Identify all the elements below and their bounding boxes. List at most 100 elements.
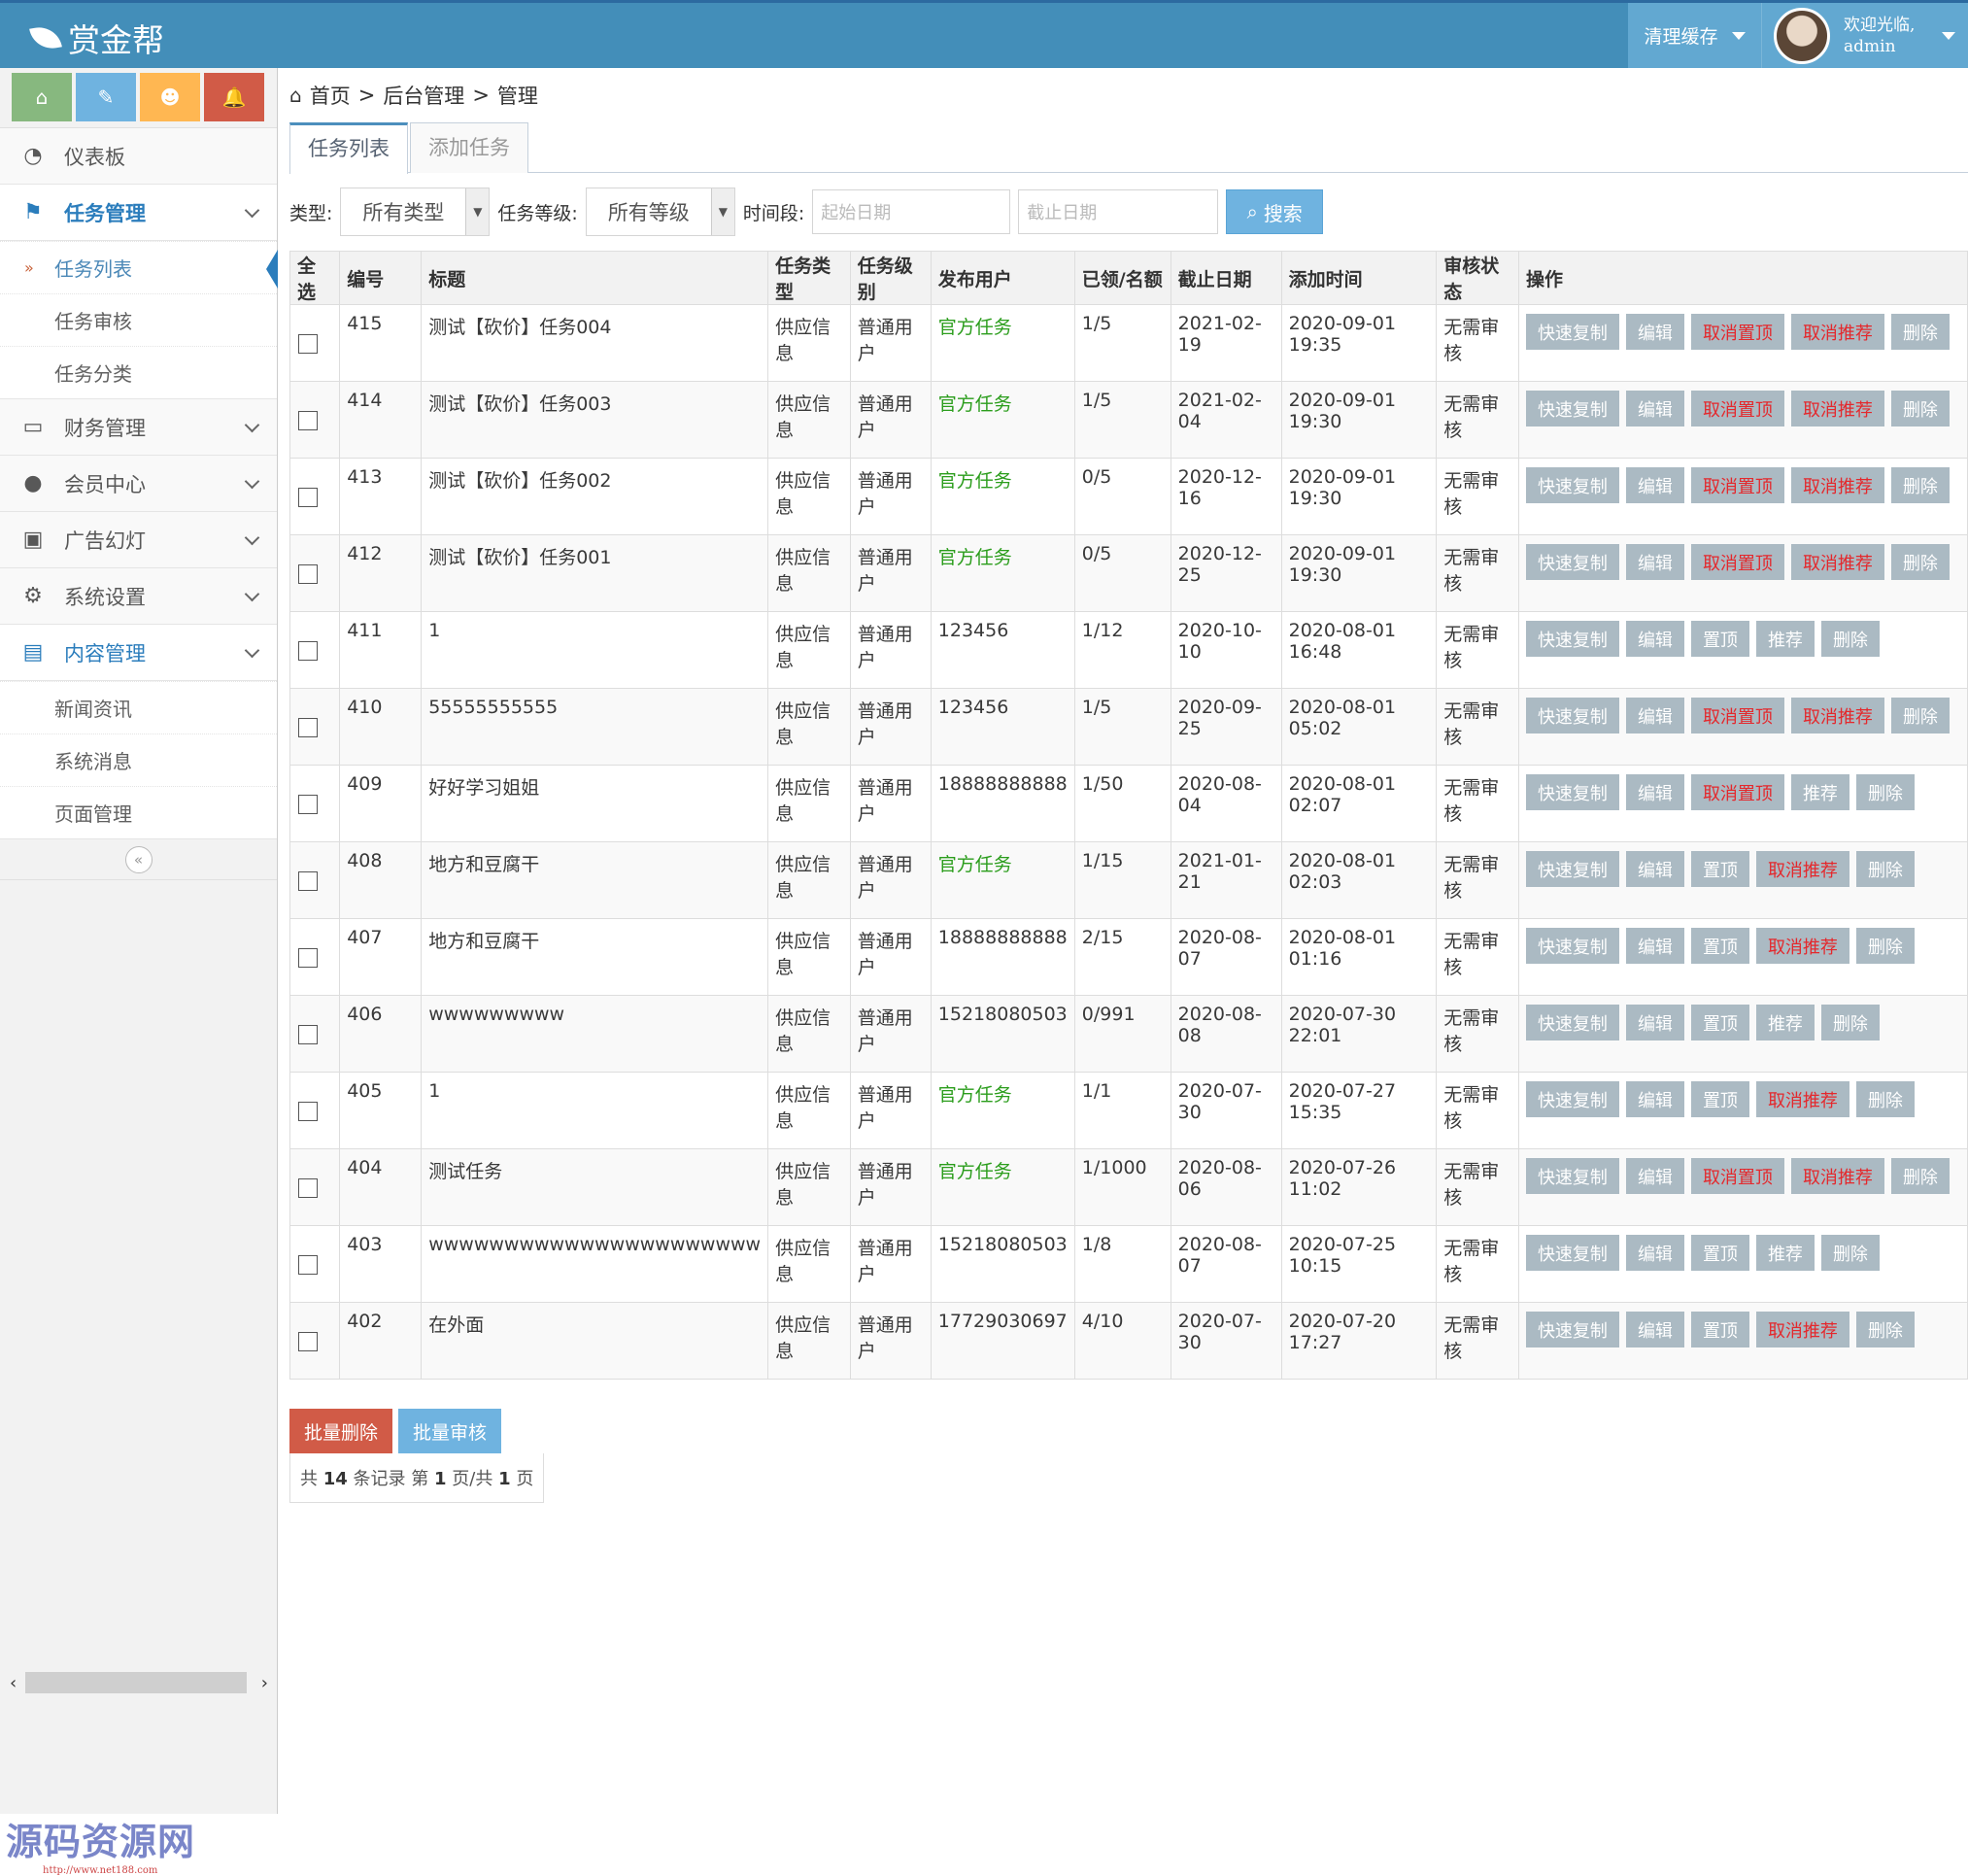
sidebar-item-finance[interactable]: ▭ 财务管理 [0, 399, 277, 456]
action-button[interactable]: 删除 [1855, 774, 1915, 810]
batch-delete-button[interactable]: 批量删除 [289, 1409, 393, 1453]
action-button[interactable]: 取消推荐 [1755, 928, 1849, 964]
action-button[interactable]: 删除 [1890, 698, 1950, 733]
sidebar-item-dashboard[interactable]: ◔ 仪表板 [0, 128, 277, 185]
row-checkbox[interactable] [298, 795, 318, 814]
action-button[interactable]: 置顶 [1690, 1081, 1749, 1117]
action-button[interactable]: 删除 [1890, 467, 1950, 503]
action-button[interactable]: 置顶 [1690, 621, 1749, 657]
action-button[interactable]: 推荐 [1755, 621, 1815, 657]
action-button[interactable]: 推荐 [1790, 774, 1849, 810]
action-button[interactable]: 编辑 [1625, 391, 1684, 426]
action-button[interactable]: 取消置顶 [1690, 391, 1784, 426]
action-button[interactable]: 删除 [1890, 314, 1950, 350]
action-button[interactable]: 快速复制 [1525, 1005, 1619, 1040]
action-button[interactable]: 快速复制 [1525, 1312, 1619, 1347]
action-button[interactable]: 推荐 [1755, 1005, 1815, 1040]
sidebar-subitem-pages[interactable]: 页面管理 [0, 786, 277, 838]
brand-logo[interactable]: 赏金帮 [29, 15, 164, 61]
sidebar-item-content[interactable]: ▤ 内容管理 [0, 625, 277, 681]
row-checkbox[interactable] [298, 1178, 318, 1198]
action-button[interactable]: 取消推荐 [1755, 851, 1849, 887]
action-button[interactable]: 取消置顶 [1690, 774, 1784, 810]
row-checkbox[interactable] [298, 564, 318, 584]
breadcrumb-home[interactable]: 首页 [310, 81, 351, 110]
action-button[interactable]: 快速复制 [1525, 1158, 1619, 1194]
action-button[interactable]: 编辑 [1625, 1005, 1684, 1040]
action-button[interactable]: 编辑 [1625, 544, 1684, 580]
action-button[interactable]: 编辑 [1625, 467, 1684, 503]
action-button[interactable]: 取消推荐 [1790, 467, 1884, 503]
tab-add-task[interactable]: 添加任务 [410, 122, 528, 173]
shortcut-users-button[interactable]: ☻ [140, 73, 200, 121]
action-button[interactable]: 快速复制 [1525, 391, 1619, 426]
action-button[interactable]: 编辑 [1625, 1081, 1684, 1117]
type-select[interactable]: 所有类型 ▼ [340, 188, 491, 236]
action-button[interactable]: 置顶 [1690, 1312, 1749, 1347]
action-button[interactable]: 编辑 [1625, 851, 1684, 887]
batch-review-button[interactable]: 批量审核 [398, 1409, 502, 1453]
row-checkbox[interactable] [298, 1332, 318, 1351]
row-checkbox[interactable] [298, 1102, 318, 1121]
sidebar-item-settings[interactable]: ⚙ 系统设置 [0, 568, 277, 625]
sidebar-subitem-news[interactable]: 新闻资讯 [0, 681, 277, 733]
sidebar-item-task-management[interactable]: ⚑ 任务管理 [0, 185, 277, 241]
action-button[interactable]: 删除 [1890, 1158, 1950, 1194]
action-button[interactable]: 快速复制 [1525, 1081, 1619, 1117]
action-button[interactable]: 取消置顶 [1690, 544, 1784, 580]
row-checkbox[interactable] [298, 1025, 318, 1044]
action-button[interactable]: 删除 [1820, 621, 1880, 657]
action-button[interactable]: 编辑 [1625, 928, 1684, 964]
sidebar-subitem-task-category[interactable]: 任务分类 [0, 346, 277, 398]
row-checkbox[interactable] [298, 334, 318, 354]
action-button[interactable]: 删除 [1820, 1235, 1880, 1271]
row-checkbox[interactable] [298, 871, 318, 891]
action-button[interactable]: 删除 [1855, 1081, 1915, 1117]
action-button[interactable]: 取消置顶 [1690, 1158, 1784, 1194]
action-button[interactable]: 推荐 [1755, 1235, 1815, 1271]
action-button[interactable]: 快速复制 [1525, 467, 1619, 503]
action-button[interactable]: 快速复制 [1525, 928, 1619, 964]
search-button[interactable]: ⌕ 搜索 [1226, 189, 1324, 234]
sidebar-subitem-system-messages[interactable]: 系统消息 [0, 733, 277, 786]
user-menu[interactable]: 欢迎光临, admin [1762, 3, 1968, 68]
action-button[interactable]: 编辑 [1625, 698, 1684, 733]
start-date-input[interactable]: 起始日期 [812, 189, 1011, 234]
action-button[interactable]: 编辑 [1625, 314, 1684, 350]
action-button[interactable]: 取消推荐 [1790, 698, 1884, 733]
breadcrumb-admin[interactable]: 后台管理 [383, 81, 464, 110]
action-button[interactable]: 删除 [1890, 391, 1950, 426]
clear-cache-button[interactable]: 清理缓存 [1628, 3, 1762, 68]
action-button[interactable]: 快速复制 [1525, 544, 1619, 580]
tab-task-list[interactable]: 任务列表 [289, 122, 408, 174]
action-button[interactable]: 取消置顶 [1690, 314, 1784, 350]
column-header[interactable]: 全选 [288, 251, 341, 305]
level-select[interactable]: 所有等级 ▼ [585, 188, 735, 236]
sidebar-item-members[interactable]: ● 会员中心 [0, 456, 277, 512]
row-checkbox[interactable] [298, 1255, 318, 1275]
sidebar-subitem-task-list[interactable]: » 任务列表 [0, 241, 278, 293]
row-checkbox[interactable] [298, 488, 318, 507]
action-button[interactable]: 快速复制 [1525, 698, 1619, 733]
row-checkbox[interactable] [298, 411, 318, 430]
scroll-right-icon[interactable]: › [261, 1673, 268, 1693]
action-button[interactable]: 置顶 [1690, 1005, 1749, 1040]
action-button[interactable]: 取消推荐 [1790, 1158, 1884, 1194]
action-button[interactable]: 快速复制 [1525, 621, 1619, 657]
action-button[interactable]: 取消推荐 [1790, 544, 1884, 580]
action-button[interactable]: 编辑 [1625, 621, 1684, 657]
action-button[interactable]: 取消推荐 [1790, 391, 1884, 426]
collapse-sidebar-button[interactable]: « [124, 845, 153, 873]
action-button[interactable]: 快速复制 [1525, 314, 1619, 350]
action-button[interactable]: 编辑 [1625, 1312, 1684, 1347]
row-checkbox[interactable] [298, 641, 318, 661]
horizontal-scrollbar[interactable]: ‹ › [10, 1671, 268, 1694]
action-button[interactable]: 取消置顶 [1690, 467, 1784, 503]
action-button[interactable]: 快速复制 [1525, 1235, 1619, 1271]
action-button[interactable]: 取消置顶 [1690, 698, 1784, 733]
action-button[interactable]: 删除 [1890, 544, 1950, 580]
action-button[interactable]: 删除 [1855, 928, 1915, 964]
end-date-input[interactable]: 截止日期 [1018, 189, 1219, 234]
scroll-left-icon[interactable]: ‹ [10, 1673, 17, 1693]
action-button[interactable]: 置顶 [1690, 1235, 1749, 1271]
